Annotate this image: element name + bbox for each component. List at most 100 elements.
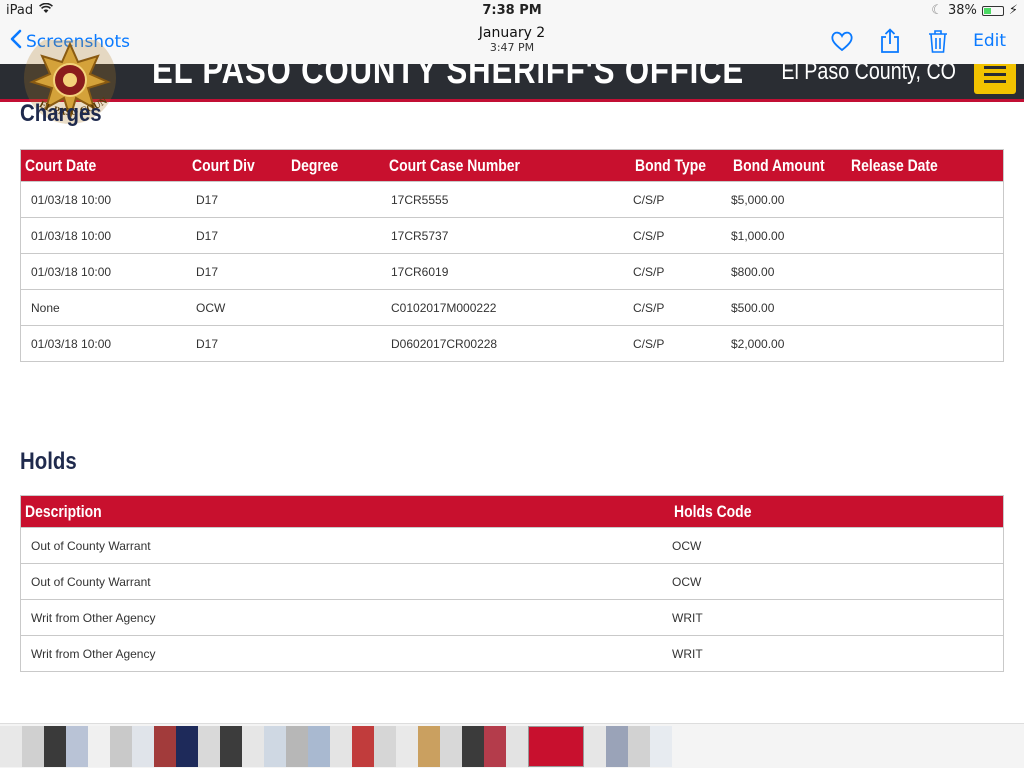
column-header-bond-type: Bond Type <box>635 156 706 175</box>
charges-heading: Charges <box>20 100 102 127</box>
photo-thumbnail[interactable] <box>628 726 650 767</box>
column-header-court-date: Court Date <box>25 156 97 175</box>
cell-court-date: None <box>31 301 60 315</box>
photo-thumbnail[interactable] <box>44 726 66 767</box>
cell-description: Writ from Other Agency <box>31 647 156 661</box>
battery-percent: 38% <box>947 3 977 18</box>
photo-thumbnail[interactable] <box>22 726 44 767</box>
photo-thumbnail[interactable] <box>308 726 330 767</box>
holds-table-body: Out of County Warrant OCW Out of County Wa… <box>21 527 1003 671</box>
table-row: 01/03/18 10:00 D17 17CR5555 C/S/P $5,000.00 <box>21 181 1003 217</box>
photo-thumbnail[interactable] <box>440 726 462 767</box>
edit-button[interactable]: Edit <box>973 31 1006 51</box>
photo-thumbnail[interactable] <box>584 726 606 767</box>
charges-table: Court Date Court Div Degree Court Case N… <box>20 149 1004 362</box>
cell-bond-amount: $1,000.00 <box>731 229 785 243</box>
cell-description: Writ from Other Agency <box>31 611 156 625</box>
cell-bond-type: C/S/P <box>633 265 665 279</box>
cell-court-date: 01/03/18 10:00 <box>31 193 112 207</box>
thumbnail-strip <box>0 723 1024 768</box>
photos-nav-bar: Screenshots January 2 3:47 PM Edit <box>0 20 1024 64</box>
cell-holds-code: OCW <box>672 539 702 553</box>
cell-court-case-number: 17CR5555 <box>391 193 449 207</box>
photo-thumbnail[interactable] <box>176 726 198 767</box>
trash-icon[interactable] <box>925 28 951 54</box>
cell-bond-amount: $500.00 <box>731 301 775 315</box>
cell-description: Out of County Warrant <box>31 539 151 553</box>
photo-thumbnail[interactable] <box>220 726 242 767</box>
column-header-holds-code: Holds Code <box>674 502 752 521</box>
site-title: EL PASO COUNTY SHERIFF'S OFFICE <box>152 64 745 92</box>
photo-thumbnail[interactable] <box>242 726 264 767</box>
photo-thumbnail[interactable] <box>330 726 352 767</box>
table-row: 01/03/18 10:00 D17 D0602017CR00228 C/S/P $2,… <box>21 325 1003 361</box>
cell-bond-amount: $800.00 <box>731 265 775 279</box>
cell-court-date: 01/03/18 10:00 <box>31 229 112 243</box>
heart-icon[interactable] <box>829 28 855 54</box>
photo-thumbnail[interactable] <box>462 726 484 767</box>
column-header-court-div: Court Div <box>192 156 255 175</box>
moon-icon: ☾ <box>931 3 943 18</box>
hamburger-menu-button[interactable] <box>974 64 1016 94</box>
cell-bond-type: C/S/P <box>633 193 665 207</box>
cell-court-case-number: C0102017M000222 <box>391 301 497 315</box>
cell-court-case-number: D0602017CR00228 <box>391 337 498 351</box>
status-bar: iPad 7:38 PM ☾ 38% ⚡ <box>0 0 1024 20</box>
cell-bond-type: C/S/P <box>633 337 665 351</box>
column-header-degree: Degree <box>291 156 339 175</box>
cell-bond-type: C/S/P <box>633 301 665 315</box>
charges-table-body: 01/03/18 10:00 D17 17CR5555 C/S/P $5,000.00 0… <box>21 181 1003 361</box>
photo-thumbnail[interactable] <box>528 726 584 767</box>
cell-court-date: 01/03/18 10:00 <box>31 265 112 279</box>
share-icon[interactable] <box>877 28 903 54</box>
site-county: El Paso County, CO <box>781 64 956 85</box>
photo-thumbnail[interactable] <box>396 726 418 767</box>
table-row: Out of County Warrant OCW <box>21 563 1003 599</box>
table-row: Writ from Other Agency WRIT <box>21 599 1003 635</box>
cell-court-div: OCW <box>196 301 226 315</box>
table-row: None OCW C0102017M000222 C/S/P $500.00 <box>21 289 1003 325</box>
holds-table: Description Holds Code Out of County War… <box>20 495 1004 672</box>
photo-thumbnail[interactable] <box>132 726 154 767</box>
photo-thumbnail[interactable] <box>650 726 672 767</box>
photo-thumbnail[interactable] <box>606 726 628 767</box>
column-header-release-date: Release Date <box>851 156 938 175</box>
table-row: 01/03/18 10:00 D17 17CR6019 C/S/P $800.00 <box>21 253 1003 289</box>
table-row: 01/03/18 10:00 D17 17CR5737 C/S/P $1,000.00 <box>21 217 1003 253</box>
cell-bond-amount: $5,000.00 <box>731 193 785 207</box>
cell-holds-code: OCW <box>672 575 702 589</box>
cell-holds-code: WRIT <box>672 647 703 661</box>
cell-court-date: 01/03/18 10:00 <box>31 337 112 351</box>
cell-court-case-number: 17CR5737 <box>391 229 449 243</box>
photo-thumbnail[interactable] <box>264 726 286 767</box>
photo-thumbnail[interactable] <box>286 726 308 767</box>
photo-thumbnail[interactable] <box>198 726 220 767</box>
battery-fill <box>983 7 991 14</box>
charging-icon: ⚡ <box>1008 3 1018 18</box>
battery-icon <box>981 5 1004 16</box>
menu-bar <box>984 72 1006 76</box>
photo-thumbnail[interactable] <box>66 726 88 767</box>
cell-holds-code: WRIT <box>672 611 703 625</box>
holds-heading: Holds <box>20 448 77 475</box>
cell-court-div: D17 <box>196 337 219 351</box>
table-row: Writ from Other Agency WRIT <box>21 635 1003 671</box>
menu-bar <box>984 79 1006 83</box>
photo-thumbnail[interactable] <box>484 726 506 767</box>
cell-court-case-number: 17CR6019 <box>391 265 449 279</box>
photo-thumbnail[interactable] <box>110 726 132 767</box>
table-row: Out of County Warrant OCW <box>21 527 1003 563</box>
site-header: EL PASO COUNTY SHERIFF'S OFFICE El Paso … <box>0 64 1024 102</box>
photo-thumbnail[interactable] <box>506 726 528 767</box>
photo-thumbnail[interactable] <box>88 726 110 767</box>
cell-court-div: D17 <box>196 229 219 243</box>
photo-thumbnail[interactable] <box>0 726 22 767</box>
charges-table-header: Court Date Court Div Degree Court Case N… <box>21 150 1003 181</box>
photo-thumbnail[interactable] <box>418 726 440 767</box>
photo-thumbnail[interactable] <box>352 726 374 767</box>
photo-thumbnail[interactable] <box>374 726 396 767</box>
cell-description: Out of County Warrant <box>31 575 151 589</box>
column-header-court-case-number: Court Case Number <box>389 156 520 175</box>
column-header-bond-amount: Bond Amount <box>733 156 825 175</box>
photo-thumbnail[interactable] <box>154 726 176 767</box>
